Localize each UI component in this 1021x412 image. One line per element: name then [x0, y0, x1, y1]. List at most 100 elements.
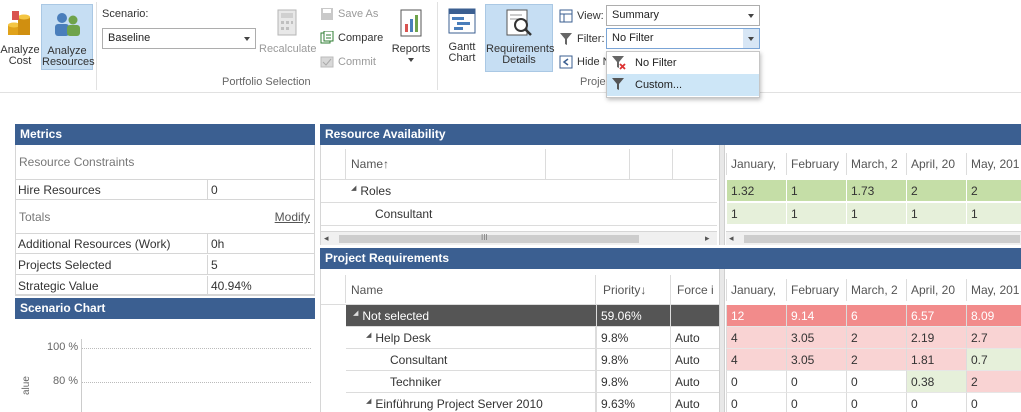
ribbon: Analyze Cost Analyze Resources Scenario:…	[0, 0, 1021, 93]
timeline-scrollbar[interactable]: ◂	[726, 231, 1021, 245]
availability-cell: 1	[786, 180, 846, 202]
scrollbar-thumb[interactable]	[339, 235, 639, 243]
analyze-cost-label-2: Cost	[8, 55, 32, 67]
priority-column-header[interactable]: Priority↓	[599, 279, 669, 301]
month-column-header[interactable]: January,	[726, 279, 786, 301]
resource-availability-grid: Name↑ ◢ Roles Consultant ◂ III ▸ January,…	[320, 145, 1021, 245]
table-row[interactable]: Consultant	[371, 203, 547, 225]
requirement-value-cell: 0	[966, 393, 1021, 412]
month-column-header[interactable]: March, 2	[846, 279, 906, 301]
expand-triangle-icon[interactable]: ◢	[351, 184, 356, 192]
filter-option-no-filter[interactable]: No Filter	[607, 52, 759, 74]
col-divider	[545, 149, 546, 179]
force-cell[interactable]: Auto	[670, 393, 719, 412]
table-row[interactable]: ◢ Not selected 59.06%	[346, 305, 719, 327]
month-column-header[interactable]: January,	[726, 153, 786, 175]
force-cell[interactable]: Auto	[670, 371, 719, 393]
grid-splitter[interactable]	[719, 269, 725, 412]
force-cell[interactable]: Auto	[670, 327, 719, 349]
horizontal-scrollbar[interactable]: ◂ III ▸	[321, 231, 717, 245]
totals-title: Totals	[19, 210, 51, 224]
month-column-header[interactable]: May, 201	[966, 153, 1021, 175]
requirement-value-cell: 3.05	[786, 327, 846, 349]
row-name: Consultant	[375, 207, 433, 221]
commit-label: Commit	[338, 56, 376, 68]
chart-y-axis	[81, 339, 82, 412]
force-cell[interactable]	[670, 305, 719, 327]
analyze-cost-button[interactable]: Analyze Cost	[0, 4, 40, 70]
metrics-row: Projects Selected 5	[15, 255, 315, 275]
availability-cell: 1	[966, 203, 1021, 225]
resource-constraints-text: Resource Constraints	[19, 155, 135, 169]
name-header-text: Name	[351, 283, 384, 297]
row-name: Not selected	[362, 309, 430, 323]
col-divider	[672, 149, 673, 179]
reports-button[interactable]: Reports	[390, 8, 432, 68]
requirement-value-cell: 2.7	[966, 327, 1021, 349]
resource-constraints-title: Resource Constraints	[15, 145, 315, 180]
expand-triangle-icon[interactable]: ◢	[353, 309, 358, 317]
metric-value: 0h	[207, 234, 227, 254]
force-column-header[interactable]: Force i	[673, 279, 719, 301]
scroll-left-icon[interactable]: ◂	[729, 233, 734, 244]
priority-cell: 9.8%	[596, 371, 670, 393]
table-row[interactable]: ◢ Einführung Project Server 2010 9.63% Auto	[346, 393, 719, 412]
name-column-header[interactable]: Name	[347, 279, 587, 301]
month-column-header[interactable]: April, 20	[906, 153, 966, 175]
force-cell[interactable]: Auto	[670, 349, 719, 371]
scroll-left-icon[interactable]: ◂	[324, 233, 329, 244]
requirements-details-button[interactable]: Requirements Details	[485, 4, 554, 72]
scenario-chart-area: 100 % 80 % alue	[15, 319, 315, 412]
row-name-cell: Consultant	[375, 349, 591, 371]
table-row[interactable]: Techniker 9.8% Auto	[346, 371, 719, 393]
row-divider	[321, 225, 717, 226]
requirement-value-cell: 12	[726, 305, 786, 327]
metrics-header: Metrics	[15, 124, 315, 145]
filter-select[interactable]: No Filter	[606, 28, 760, 49]
save-as-button[interactable]: Save As	[320, 7, 378, 21]
row-name: Roles	[360, 184, 392, 198]
expand-triangle-icon[interactable]: ◢	[366, 331, 371, 339]
filter-option-custom[interactable]: Custom...	[607, 74, 759, 96]
month-column-header[interactable]: February	[786, 279, 846, 301]
table-row[interactable]: Consultant 9.8% Auto	[346, 349, 719, 371]
expand-triangle-icon[interactable]: ◢	[366, 397, 371, 405]
availability-cell: 1	[846, 203, 906, 225]
table-row[interactable]: ◢ Roles	[347, 180, 547, 202]
row-name-cell: Techniker	[375, 371, 591, 393]
analyze-resources-button[interactable]: Analyze Resources	[41, 4, 95, 70]
scrollbar-thumb[interactable]	[744, 235, 1020, 243]
month-column-header[interactable]: February	[786, 153, 846, 175]
requirements-details-icon	[506, 9, 532, 36]
recalculate-button[interactable]: Recalculate	[259, 8, 316, 58]
priority-cell: 59.06%	[596, 305, 670, 327]
month-column-header[interactable]: May, 201	[966, 279, 1021, 301]
name-column-header[interactable]: Name↑	[347, 153, 537, 175]
requirement-value-cell: 0	[786, 371, 846, 393]
scroll-right-icon[interactable]: ▸	[705, 233, 710, 244]
requirement-value-cell: 2.19	[906, 327, 966, 349]
grid-splitter[interactable]	[719, 145, 725, 245]
view-select[interactable]: Summary	[606, 5, 760, 26]
compare-button[interactable]: Compare	[320, 31, 383, 45]
ribbon-separator	[96, 2, 97, 90]
metric-value: 5	[207, 255, 221, 275]
row-name: Techniker	[390, 375, 442, 389]
month-column-header[interactable]: March, 2	[846, 153, 906, 175]
requirement-value-cell: 9.14	[786, 305, 846, 327]
modify-link[interactable]: Modify	[275, 210, 310, 224]
requirement-value-cell: 6	[846, 305, 906, 327]
scenario-select[interactable]: Baseline	[102, 28, 256, 49]
month-column-header[interactable]: April, 20	[906, 279, 966, 301]
hide-button[interactable]: Hide N	[559, 55, 611, 69]
clear-filter-icon	[612, 56, 626, 70]
table-row[interactable]: ◢ Help Desk 9.8% Auto	[346, 327, 719, 349]
requirement-value-cell: 3.05	[786, 349, 846, 371]
gantt-chart-button[interactable]: Gantt Chart	[441, 6, 483, 68]
filter-icon	[612, 78, 624, 90]
project-group-label: Proje	[580, 76, 606, 88]
commit-button[interactable]: Commit	[320, 55, 376, 69]
filter-option-label: Custom...	[635, 79, 683, 91]
chart-gridline	[81, 382, 311, 383]
hire-resources-value[interactable]: 0	[207, 180, 221, 200]
